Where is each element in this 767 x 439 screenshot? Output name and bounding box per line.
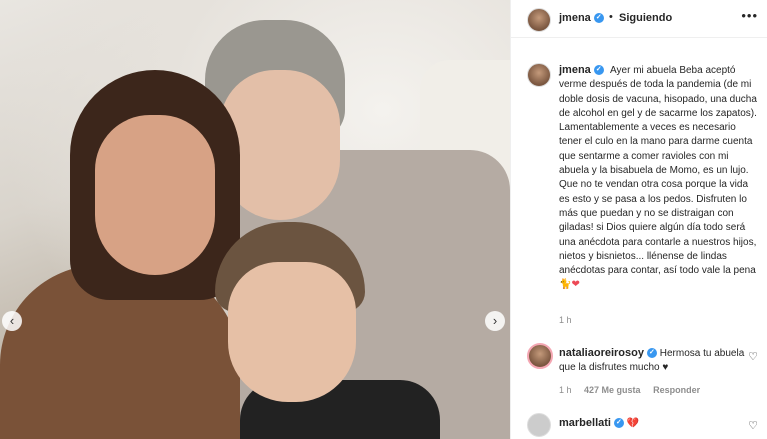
like-comment-heart-icon[interactable]: ♡ — [748, 419, 758, 432]
caption-username-text[interactable]: jmena — [559, 64, 591, 76]
photo-woman-face — [95, 115, 215, 275]
caption-author-avatar[interactable] — [527, 63, 551, 87]
commenter-username[interactable]: marbellati ✓ — [559, 417, 624, 429]
commenter-username-text[interactable]: nataliaoreirosoy — [559, 347, 644, 359]
more-options-icon[interactable]: ••• — [741, 8, 758, 23]
verified-icon: ✓ — [593, 65, 604, 76]
separator-dot: • — [609, 11, 613, 23]
verified-icon: ✓ — [593, 13, 604, 24]
following-button[interactable]: Siguiendo — [619, 12, 672, 24]
comment-time[interactable]: 1 h — [559, 385, 572, 395]
previous-photo-button[interactable]: ‹ — [2, 311, 22, 331]
caption-username[interactable]: jmena ✓ — [559, 64, 604, 76]
commenter-avatar[interactable] — [527, 413, 551, 437]
like-comment-heart-icon[interactable]: ♡ — [748, 350, 758, 363]
comment-text: nataliaoreirosoy ✓ Hermosa tu abuela que … — [559, 346, 749, 375]
caption-text: Ayer mi abuela Beba aceptó verme después… — [559, 65, 757, 277]
post-photo[interactable]: ‹ › — [0, 0, 510, 439]
comment-emoji: 💔 — [626, 418, 640, 429]
comment-emoji: ♥ — [662, 362, 669, 373]
post-header: jmena ✓ • Siguiendo ••• — [511, 0, 767, 38]
comment-text: marbellati ✓ 💔 — [559, 417, 639, 429]
post-side-panel: jmena ✓ • Siguiendo ••• jmena ✓ Ayer mi ab… — [510, 0, 767, 439]
commenter-username-text[interactable]: marbellati — [559, 417, 611, 429]
author-avatar[interactable] — [527, 8, 551, 32]
author-username-text[interactable]: jmena — [559, 12, 591, 24]
post-timestamp[interactable]: 1 h — [559, 315, 572, 325]
verified-icon: ✓ — [646, 348, 657, 359]
comment-meta: 1 h 427 Me gusta Responder — [559, 385, 710, 395]
commenter-username[interactable]: nataliaoreirosoy ✓ — [559, 347, 657, 359]
caption-emoji: 🐈❤ — [559, 279, 580, 291]
comment-likes[interactable]: 427 Me gusta — [584, 385, 641, 395]
next-photo-button[interactable]: › — [485, 311, 505, 331]
author-username[interactable]: jmena ✓ — [559, 12, 604, 24]
photo-child-face — [228, 262, 356, 402]
instagram-post: ‹ › jmena ✓ • Siguiendo ••• jmena ✓ Ayer m… — [0, 0, 767, 439]
post-caption: jmena ✓ Ayer mi abuela Beba aceptó verme … — [559, 63, 759, 293]
commenter-avatar[interactable] — [527, 343, 553, 369]
verified-icon: ✓ — [613, 418, 624, 429]
reply-button[interactable]: Responder — [653, 385, 700, 395]
